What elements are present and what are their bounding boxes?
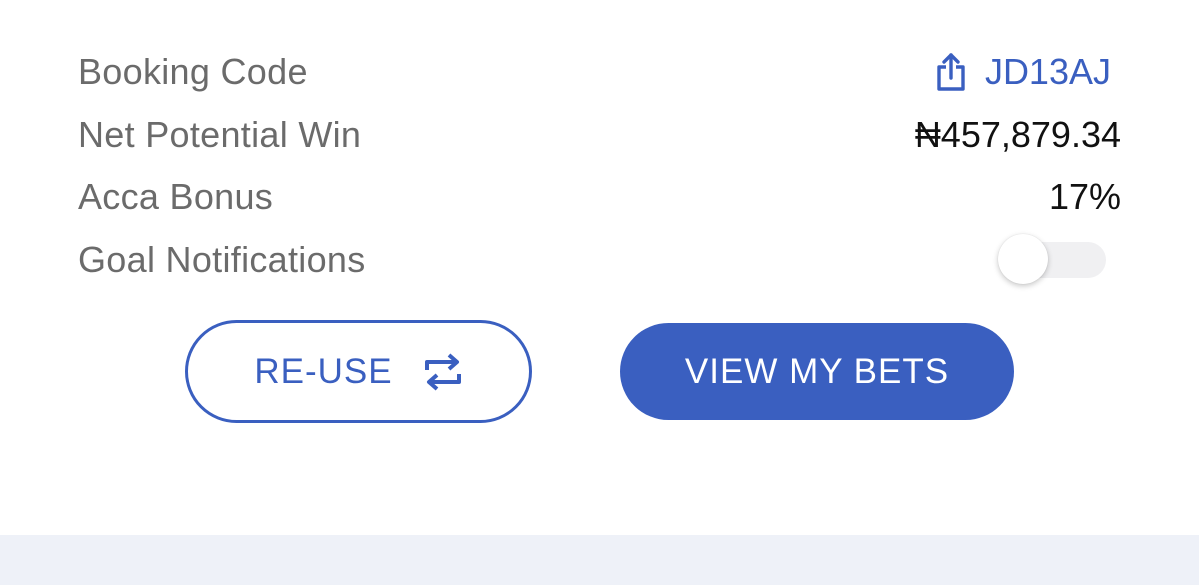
net-potential-win-row: Net Potential Win ₦457,879.34 — [78, 110, 1121, 160]
booking-code-share[interactable]: JD13AJ — [935, 51, 1121, 93]
acca-bonus-row: Acca Bonus 17% — [78, 172, 1121, 222]
booking-code-value[interactable]: JD13AJ — [985, 51, 1111, 93]
share-icon[interactable] — [935, 51, 967, 93]
acca-bonus-label: Acca Bonus — [78, 176, 274, 217]
view-my-bets-label: VIEW MY BETS — [684, 351, 950, 391]
goal-notifications-label: Goal Notifications — [78, 239, 366, 280]
net-potential-win-value: ₦457,879.34 — [914, 114, 1121, 155]
acca-bonus-value: 17% — [1048, 176, 1121, 217]
reuse-button-label: RE-USE — [254, 351, 393, 391]
view-my-bets-button[interactable]: VIEW MY BETS — [620, 323, 1014, 420]
bet-summary-panel: Booking Code JD13AJ Net Potential Win ₦4… — [0, 0, 1199, 535]
footer-band — [0, 535, 1199, 585]
goal-notifications-toggle[interactable] — [998, 234, 1106, 284]
net-potential-win-label: Net Potential Win — [78, 114, 362, 155]
reuse-button[interactable]: RE-USE — [185, 320, 532, 423]
toggle-knob[interactable] — [998, 234, 1048, 284]
booking-code-row: Booking Code JD13AJ — [78, 47, 1121, 97]
repeat-icon — [423, 351, 463, 393]
goal-notifications-row: Goal Notifications — [78, 234, 1121, 285]
booking-code-label: Booking Code — [78, 51, 308, 92]
